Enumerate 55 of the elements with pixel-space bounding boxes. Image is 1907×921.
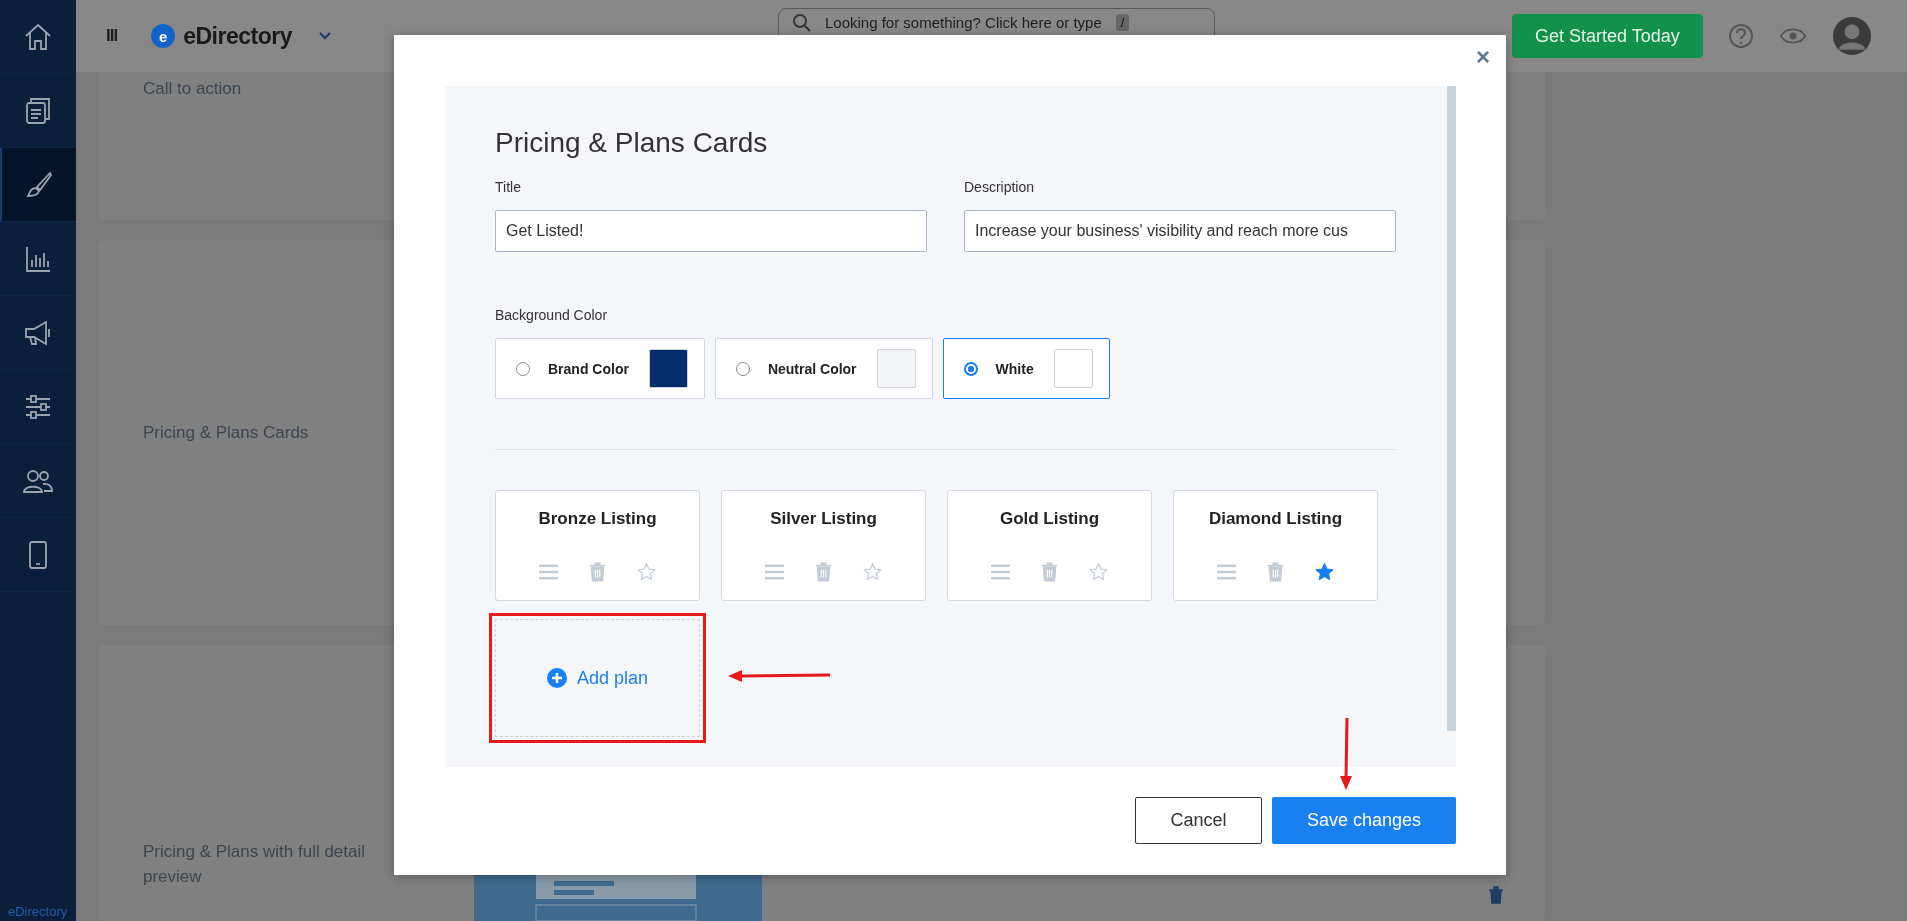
plan-name: Gold Listing	[999, 509, 1100, 529]
color-option[interactable]: Neutral Color	[714, 338, 933, 399]
plan-name: Bronze Listing	[538, 509, 657, 529]
help-icon[interactable]	[1726, 22, 1755, 50]
brand-name: eDirectory	[183, 22, 292, 50]
drag-handle-icon[interactable]	[990, 562, 1011, 582]
dialog-title: Pricing & Plans Cards	[495, 126, 769, 160]
trash-icon[interactable]	[1265, 562, 1286, 582]
save-button[interactable]: Save changes	[1272, 797, 1456, 844]
logo-mark: e	[151, 24, 176, 48]
star-icon[interactable]	[862, 562, 883, 582]
option-label: White	[995, 360, 1034, 377]
plan-name: Silver Listing	[770, 509, 877, 529]
section-label: Pricing & Plans Cards	[143, 422, 309, 443]
option-label: Neutral Color	[767, 360, 857, 377]
shortcut-key: /	[1115, 14, 1130, 31]
option-label: Brand Color	[548, 360, 629, 377]
get-started-button[interactable]: Get Started Today	[1511, 14, 1703, 58]
star-icon[interactable]	[1314, 562, 1335, 582]
section-label: Pricing & Plans with full detail preview	[143, 841, 367, 888]
field-label: Description	[964, 178, 1036, 196]
color-option[interactable]: White	[942, 338, 1110, 399]
section-label: Call to action	[143, 79, 242, 99]
text-input[interactable]: Increase your business' visibility and reach more cus	[964, 210, 1396, 252]
add-plan-button[interactable]: Add plan	[495, 619, 700, 737]
cancel-button[interactable]: Cancel	[1135, 797, 1262, 844]
field-label: Background Color	[495, 306, 609, 324]
plan-card[interactable]: Silver Listing	[721, 490, 926, 601]
search-placeholder: Looking for something? Click here or type	[824, 14, 1102, 31]
radio-button[interactable]	[963, 361, 978, 376]
sidebar-item[interactable]	[0, 148, 76, 222]
search-icon	[792, 14, 811, 32]
plan-name: Diamond Listing	[1208, 509, 1343, 529]
star-icon[interactable]	[1088, 562, 1109, 582]
field-label: Title	[495, 178, 522, 196]
color-option[interactable]: Brand Color	[495, 338, 705, 399]
avatar[interactable]	[1832, 17, 1871, 55]
text-input[interactable]: Get Listed!	[495, 210, 927, 252]
trash-icon[interactable]	[1488, 886, 1504, 904]
scrollbar[interactable]	[1447, 86, 1456, 731]
drag-handle-icon[interactable]	[538, 562, 559, 582]
footer-brand: eDirectory	[8, 904, 68, 919]
star-icon[interactable]	[636, 562, 657, 582]
chevron-icon[interactable]	[317, 31, 332, 41]
trash-icon[interactable]	[813, 562, 834, 582]
drag-handle-icon[interactable]	[764, 562, 785, 582]
close-button[interactable]: ×	[1472, 43, 1494, 71]
plan-card[interactable]: Gold Listing	[947, 490, 1152, 601]
plan-card[interactable]: Diamond Listing	[1173, 490, 1378, 601]
menu-toggle[interactable]: III	[106, 26, 118, 46]
drag-handle-icon[interactable]	[1216, 562, 1237, 582]
trash-icon[interactable]	[587, 562, 608, 582]
plan-card[interactable]: Bronze Listing	[495, 490, 700, 601]
plus-icon	[546, 668, 567, 688]
trash-icon[interactable]	[1039, 562, 1060, 582]
